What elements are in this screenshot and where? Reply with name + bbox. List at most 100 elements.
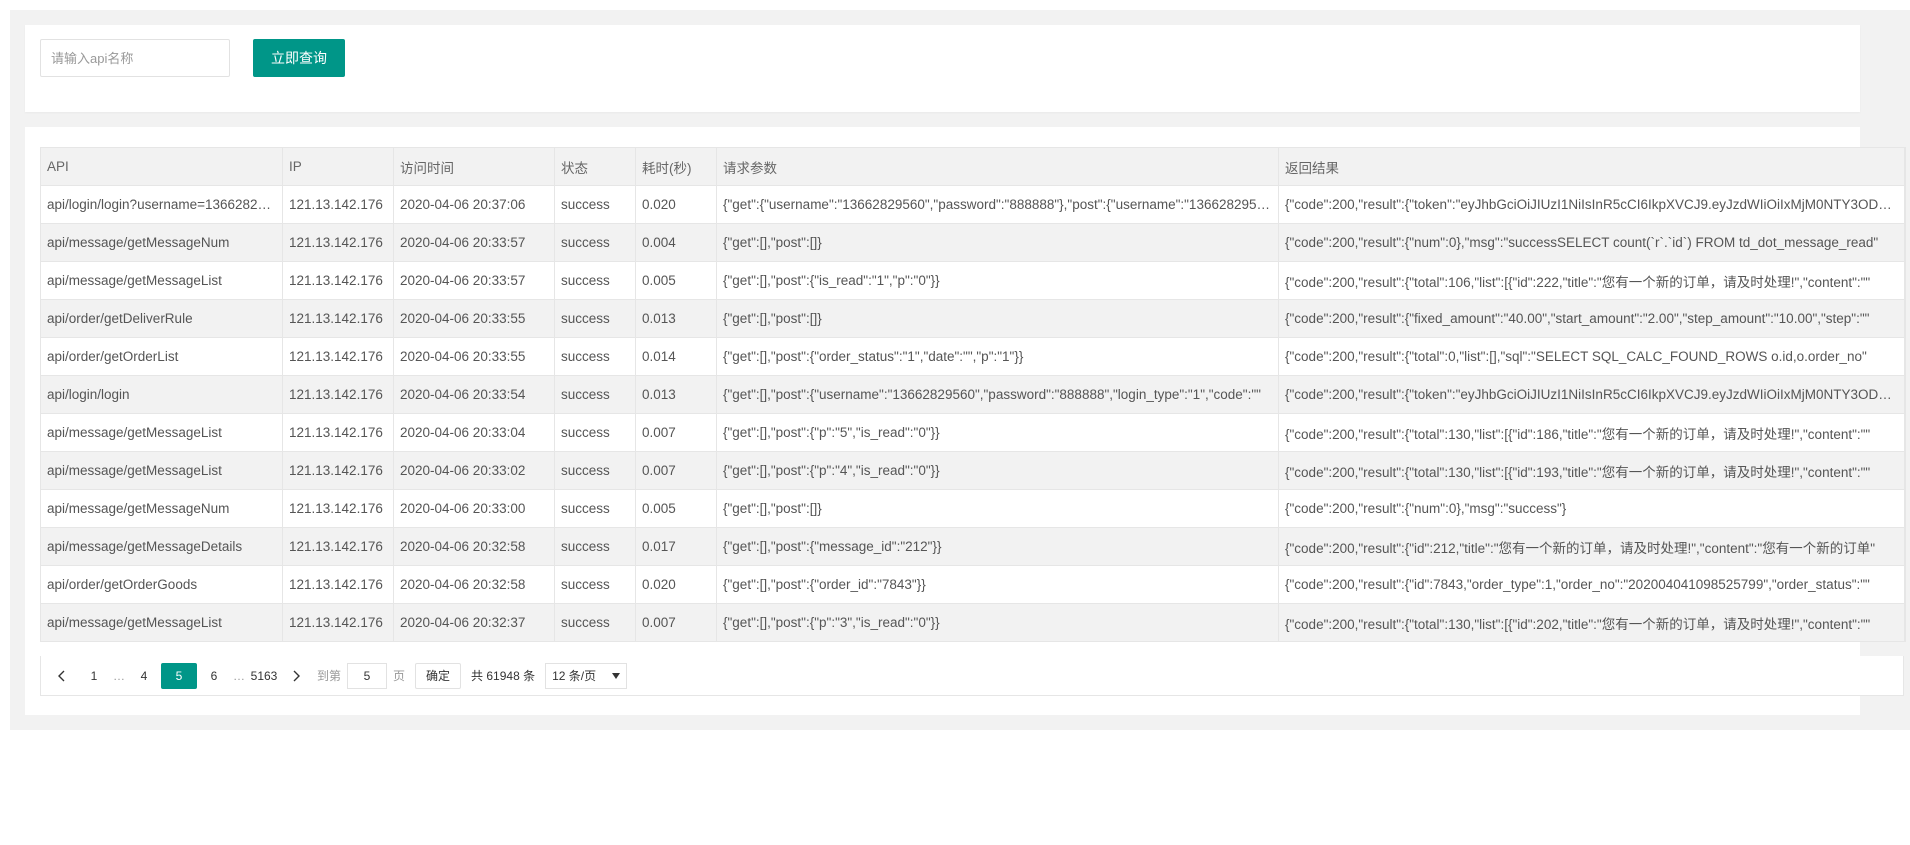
- column-header-request-params[interactable]: 请求参数: [716, 147, 1279, 186]
- cell-status: success: [554, 489, 636, 528]
- cell-response: {"code":200,"result":{"num":0},"msg":"su…: [1278, 489, 1905, 528]
- cell-ip: 121.13.142.176: [282, 337, 394, 376]
- cell-response: {"code":200,"result":{"total":106,"list"…: [1278, 261, 1905, 300]
- cell-status: success: [554, 565, 636, 604]
- next-page-button[interactable]: [281, 663, 311, 689]
- cell-status: success: [554, 337, 636, 376]
- table-row[interactable]: api/message/getMessageList 121.13.142.176…: [40, 451, 1905, 490]
- column-header-ip[interactable]: IP: [282, 147, 394, 186]
- page-ellipsis: …: [233, 668, 245, 683]
- page-size-select[interactable]: 12 条/页: [545, 662, 628, 689]
- cell-api: api/message/getMessageList: [40, 451, 283, 490]
- table-row[interactable]: api/message/getMessageDetails 121.13.142.…: [40, 527, 1905, 566]
- cell-request-params: {"get":[],"post":{"p":"4","is_read":"0"}…: [716, 451, 1279, 490]
- cell-ip: 121.13.142.176: [282, 451, 394, 490]
- column-header-access-time[interactable]: 访问时间: [393, 147, 555, 186]
- cell-response: {"code":200,"result":{"total":0,"list":[…: [1278, 337, 1905, 376]
- cell-api: api/order/getDeliverRule: [40, 299, 283, 338]
- cell-duration: 0.005: [635, 489, 717, 528]
- page-numbers: 1… 4 5 6… 5163: [77, 662, 281, 689]
- table-row[interactable]: api/message/getMessageList 121.13.142.176…: [40, 261, 1905, 300]
- caret-down-icon: [612, 672, 621, 679]
- column-header-api[interactable]: API: [40, 147, 283, 186]
- cell-response: {"code":200,"result":{"total":130,"list"…: [1278, 451, 1905, 490]
- table-row[interactable]: api/order/getDeliverRule 121.13.142.176 20…: [40, 299, 1905, 338]
- goto-prefix-label: 到第: [317, 669, 342, 683]
- table-row[interactable]: api/message/getMessageNum 121.13.142.176 2…: [40, 489, 1905, 528]
- page-number-link[interactable]: 1: [77, 663, 111, 689]
- api-name-search-input[interactable]: [40, 39, 230, 77]
- cell-api: api/message/getMessageNum: [40, 489, 283, 528]
- cell-duration: 0.013: [635, 375, 717, 414]
- cell-access-time: 2020-04-06 20:33:57: [393, 223, 555, 262]
- cell-api: api/message/getMessageList: [40, 603, 283, 642]
- prev-page-button[interactable]: [47, 663, 77, 689]
- page-number-link[interactable]: 4: [127, 663, 161, 689]
- cell-request-params: {"get":[],"post":{"message_id":"212"}}: [716, 527, 1279, 566]
- query-now-button[interactable]: 立即查询: [253, 39, 345, 77]
- page-size-value: 12 条/页: [552, 669, 597, 683]
- cell-status: success: [554, 527, 636, 566]
- cell-access-time: 2020-04-06 20:33:55: [393, 299, 555, 338]
- cell-status: success: [554, 223, 636, 262]
- column-header-status[interactable]: 状态: [554, 147, 636, 186]
- cell-access-time: 2020-04-06 20:33:57: [393, 261, 555, 300]
- current-page-number[interactable]: 5: [161, 662, 197, 689]
- table-row[interactable]: api/order/getOrderGoods 121.13.142.176 202…: [40, 565, 1905, 604]
- cell-access-time: 2020-04-06 20:33:02: [393, 451, 555, 490]
- table-row[interactable]: api/message/getMessageList 121.13.142.176…: [40, 603, 1905, 642]
- table-row[interactable]: api/login/login?username=13662829560&pas…: [40, 185, 1905, 224]
- search-panel: 立即查询: [25, 25, 1860, 112]
- cell-response: {"code":200,"result":{"total":130,"list"…: [1278, 413, 1905, 452]
- cell-ip: 121.13.142.176: [282, 261, 394, 300]
- page-number-link[interactable]: 5163: [247, 663, 281, 689]
- cell-ip: 121.13.142.176: [282, 223, 394, 262]
- table-row[interactable]: api/message/getMessageList 121.13.142.176…: [40, 413, 1905, 452]
- page-number-link[interactable]: 6: [197, 663, 231, 689]
- cell-access-time: 2020-04-06 20:32:37: [393, 603, 555, 642]
- cell-ip: 121.13.142.176: [282, 603, 394, 642]
- cell-request-params: {"get":[],"post":{"p":"3","is_read":"0"}…: [716, 603, 1279, 642]
- table-row[interactable]: api/login/login 121.13.142.176 2020-04-06 …: [40, 375, 1905, 414]
- cell-status: success: [554, 261, 636, 300]
- cell-response: {"code":200,"result":{"token":"eyJhbGciO…: [1278, 185, 1905, 224]
- cell-duration: 0.005: [635, 261, 717, 300]
- column-header-duration[interactable]: 耗时(秒): [635, 147, 717, 186]
- cell-access-time: 2020-04-06 20:33:00: [393, 489, 555, 528]
- cell-status: success: [554, 413, 636, 452]
- cell-api: api/order/getOrderList: [40, 337, 283, 376]
- cell-status: success: [554, 185, 636, 224]
- cell-access-time: 2020-04-06 20:33:04: [393, 413, 555, 452]
- goto-page-input[interactable]: [347, 662, 388, 689]
- cell-ip: 121.13.142.176: [282, 527, 394, 566]
- table-row[interactable]: api/order/getOrderList 121.13.142.176 2020…: [40, 337, 1905, 376]
- cell-request-params: {"get":[],"post":{"order_status":"1","da…: [716, 337, 1279, 376]
- log-table-wrapper: API IP 访问时间 状态 耗时(秒) 请求参数 返回结果 api/login…: [40, 147, 1906, 642]
- table-body: api/login/login?username=13662829560&pas…: [40, 185, 1905, 642]
- goto-confirm-button[interactable]: 确定: [415, 662, 462, 689]
- cell-ip: 121.13.142.176: [282, 413, 394, 452]
- cell-duration: 0.004: [635, 223, 717, 262]
- cell-response: {"code":200,"result":{"id":212,"title":"…: [1278, 527, 1905, 566]
- cell-duration: 0.014: [635, 337, 717, 376]
- pagination: 1…456…5163 到第 页 确定 共 61948 条 12 条/页: [40, 656, 1904, 696]
- cell-api: api/message/getMessageNum: [40, 223, 283, 262]
- cell-duration: 0.007: [635, 603, 717, 642]
- cell-api: api/login/login?username=13662829560&pas…: [40, 185, 283, 224]
- column-header-response[interactable]: 返回结果: [1278, 147, 1905, 186]
- cell-duration: 0.007: [635, 413, 717, 452]
- cell-duration: 0.020: [635, 185, 717, 224]
- cell-request-params: {"get":[],"post":{"is_read":"1","p":"0"}…: [716, 261, 1279, 300]
- cell-status: success: [554, 603, 636, 642]
- cell-access-time: 2020-04-06 20:32:58: [393, 527, 555, 566]
- cell-access-time: 2020-04-06 20:32:58: [393, 565, 555, 604]
- cell-request-params: {"get":{"username":"13662829560","passwo…: [716, 185, 1279, 224]
- log-table-panel: API IP 访问时间 状态 耗时(秒) 请求参数 返回结果 api/login…: [25, 127, 1906, 715]
- cell-duration: 0.020: [635, 565, 717, 604]
- api-log-table: API IP 访问时间 状态 耗时(秒) 请求参数 返回结果 api/login…: [40, 147, 1905, 642]
- page-ellipsis: …: [113, 668, 125, 683]
- cell-duration: 0.017: [635, 527, 717, 566]
- cell-response: {"code":200,"result":{"total":130,"list"…: [1278, 603, 1905, 642]
- table-row[interactable]: api/message/getMessageNum 121.13.142.176 2…: [40, 223, 1905, 262]
- cell-request-params: {"get":[],"post":[]}: [716, 223, 1279, 262]
